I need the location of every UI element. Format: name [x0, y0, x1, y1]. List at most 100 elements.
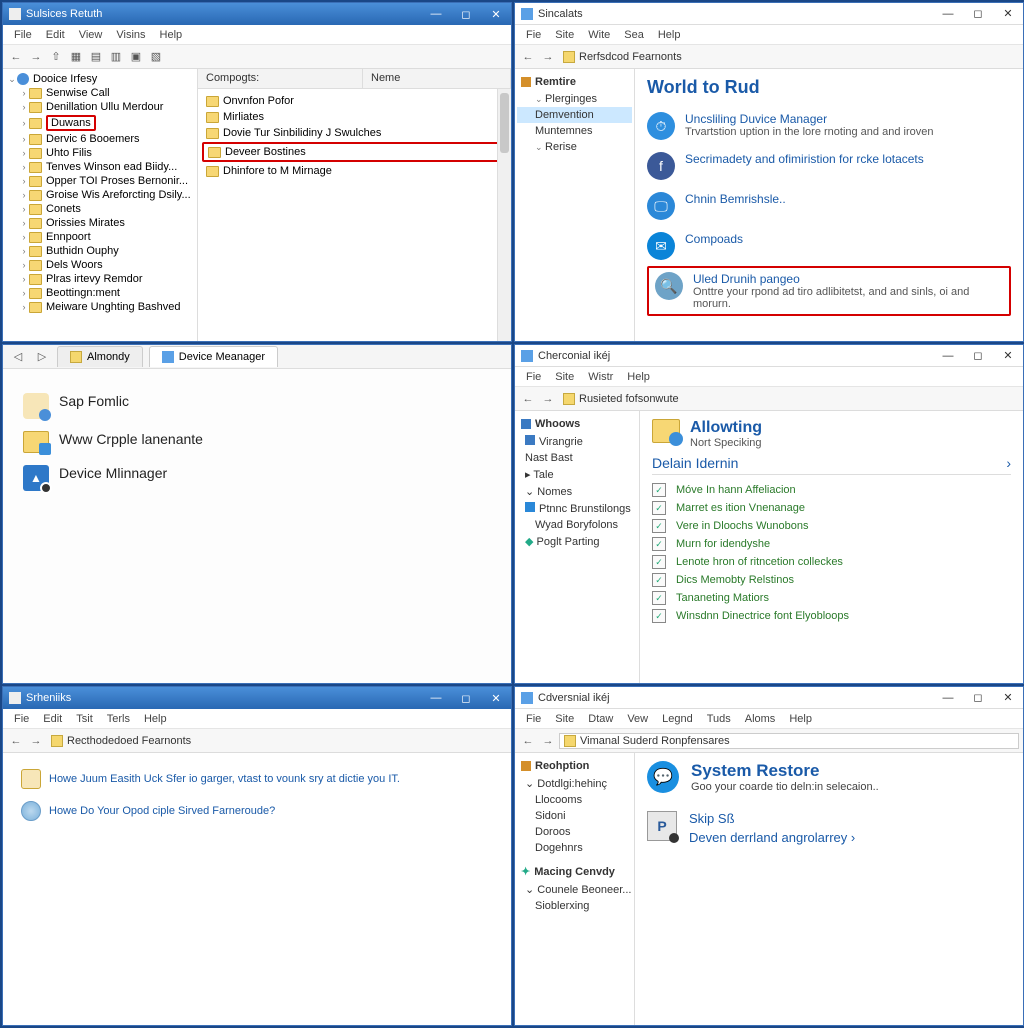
menu-item[interactable]: Edit: [36, 711, 69, 727]
tree-item[interactable]: ›Beottingn:ment: [5, 286, 195, 300]
list-item[interactable]: Deveer Bostines: [202, 142, 507, 162]
menu-item[interactable]: Dtaw: [581, 711, 620, 727]
menu-item[interactable]: Help: [651, 27, 688, 43]
minimize-button[interactable]: —: [421, 688, 451, 708]
settings-link[interactable]: ✓Lenote hron of ritncetion colleckes: [652, 553, 1011, 571]
menu-item[interactable]: Terls: [100, 711, 137, 727]
address-bar[interactable]: Recthodedoed Fearnonts: [47, 735, 507, 747]
maximize-button[interactable]: ◻: [451, 688, 481, 708]
menu-help[interactable]: Help: [153, 27, 190, 43]
scrollbar[interactable]: [497, 89, 511, 341]
back-button[interactable]: ←: [7, 48, 25, 66]
tool-icon[interactable]: ▤: [87, 48, 105, 66]
settings-link[interactable]: ✓Winsdnn Dinectrice font Elyobloops: [652, 607, 1011, 625]
tree-item[interactable]: ›Plras irtevy Remdor: [5, 272, 195, 286]
maximize-button[interactable]: ◻: [963, 346, 993, 366]
nav-item[interactable]: Llocooms: [517, 792, 632, 808]
address-bar[interactable]: Rerfsdcod Fearnonts: [559, 51, 1019, 63]
tab-device-manager[interactable]: Device Meanager: [149, 346, 278, 367]
question-link[interactable]: Howe Juum Easith Uck Sfer io garger, vta…: [49, 773, 400, 785]
nav-item[interactable]: Ptnnc Brunstilongs: [517, 500, 637, 517]
forward-button[interactable]: →: [27, 732, 45, 750]
tool-icon[interactable]: ▧: [147, 48, 165, 66]
menu-item[interactable]: Legnd: [655, 711, 700, 727]
list-item[interactable]: Dovie Tur Sinbilidiny J Swulches: [202, 125, 507, 141]
menu-item[interactable]: Fie: [519, 369, 548, 385]
menu-file[interactable]: File: [7, 27, 39, 43]
nav-item[interactable]: ⌄ Plerginges: [517, 91, 632, 107]
help-question[interactable]: Howe Do Your Opod ciple Sirved Farneroud…: [17, 795, 497, 827]
list-item[interactable]: ▲ Device Mlinnager: [23, 459, 491, 497]
address-bar[interactable]: Vimanal Suderd Ronpfensares: [559, 733, 1019, 749]
close-button[interactable]: ✕: [993, 346, 1023, 366]
forward-button[interactable]: →: [539, 390, 557, 408]
menu-item[interactable]: Site: [548, 369, 581, 385]
menu-item[interactable]: Help: [137, 711, 174, 727]
tool-icon[interactable]: ▥: [107, 48, 125, 66]
back-button[interactable]: ←: [7, 732, 25, 750]
close-button[interactable]: ✕: [993, 688, 1023, 708]
settings-link[interactable]: ✓Dics Memobty Relstinos: [652, 571, 1011, 589]
tree-item[interactable]: ›Duwans: [5, 114, 195, 132]
maximize-button[interactable]: ◻: [963, 4, 993, 24]
nav-item[interactable]: ◆ Poglt Parting: [517, 533, 637, 550]
menu-item[interactable]: Vew: [620, 711, 655, 727]
close-button[interactable]: ✕: [481, 4, 511, 24]
back-button[interactable]: ←: [519, 732, 537, 750]
tree-item[interactable]: ›Orissies Mirates: [5, 216, 195, 230]
titlebar[interactable]: Cherconial ikéj — ◻ ✕: [515, 345, 1023, 367]
tree-item[interactable]: ›Dels Woors: [5, 258, 195, 272]
minimize-button[interactable]: —: [421, 4, 451, 24]
nav-item[interactable]: ⌄ Dotdlgi:hehinç: [517, 775, 632, 792]
address-bar[interactable]: Rusieted fofsonwute: [559, 393, 1019, 405]
tool-icon[interactable]: ▦: [67, 48, 85, 66]
col-compogts[interactable]: Compogts:: [198, 69, 363, 88]
menu-item[interactable]: Sea: [617, 27, 651, 43]
close-button[interactable]: ✕: [481, 688, 511, 708]
nav-item[interactable]: ⌄ Rerise: [517, 139, 632, 155]
col-name[interactable]: Neme: [363, 69, 511, 88]
titlebar[interactable]: Cdversnial ikéj — ◻ ✕: [515, 687, 1023, 709]
forward-button[interactable]: →: [27, 48, 45, 66]
back-button[interactable]: ◁: [9, 348, 27, 366]
list-item[interactable]: Mirliates: [202, 109, 507, 125]
settings-link[interactable]: ✓Marret es ition Vnenanage: [652, 499, 1011, 517]
minimize-button[interactable]: —: [933, 346, 963, 366]
titlebar[interactable]: Srheniiks — ◻ ✕: [3, 687, 511, 709]
menu-item[interactable]: Help: [620, 369, 657, 385]
tree-item[interactable]: ›Buthidn Ouphy: [5, 244, 195, 258]
help-question[interactable]: Howe Juum Easith Uck Sfer io garger, vta…: [17, 763, 497, 795]
menu-item[interactable]: Site: [548, 711, 581, 727]
settings-link[interactable]: ✓Vere in Dloochs Wunobons: [652, 517, 1011, 535]
menu-item[interactable]: Site: [548, 27, 581, 43]
menu-item[interactable]: Wite: [581, 27, 617, 43]
tree-item[interactable]: ›Uhto Filis: [5, 146, 195, 160]
tree-item[interactable]: ›Dervic 6 Booemers: [5, 132, 195, 146]
list-item[interactable]: Www Crpple lanenante: [23, 425, 491, 459]
tree-item[interactable]: ›Meiware Unghting Bashved: [5, 300, 195, 314]
nav-item[interactable]: Wyad Boryfolons: [517, 517, 637, 533]
back-button[interactable]: ←: [519, 390, 537, 408]
nav-item[interactable]: ▸ Tale: [517, 466, 637, 483]
menu-item[interactable]: Fie: [519, 27, 548, 43]
menu-item[interactable]: Tsit: [69, 711, 100, 727]
control-panel-item[interactable]: fSecrimadety and ofimiristion for rcke l…: [647, 146, 1011, 186]
tree-item[interactable]: ›Conets: [5, 202, 195, 216]
tree-item[interactable]: ›Senwise Call: [5, 86, 195, 100]
nav-item[interactable]: ⌄ Counele Beoneer...: [517, 881, 632, 898]
tree-item[interactable]: ›Ennpoort: [5, 230, 195, 244]
tree-item[interactable]: ›Opper TOI Proses Bernonir...: [5, 174, 195, 188]
link-driver[interactable]: Deven derrland angrolarrey ›: [689, 830, 855, 845]
menu-visits[interactable]: Visins: [109, 27, 152, 43]
list-item[interactable]: Onvnfon Pofor: [202, 93, 507, 109]
menu-item[interactable]: Wistr: [581, 369, 620, 385]
forward-button[interactable]: ▷: [33, 348, 51, 366]
control-panel-item[interactable]: ✉Compoads: [647, 226, 1011, 266]
tool-icon[interactable]: ▣: [127, 48, 145, 66]
menu-item[interactable]: Aloms: [738, 711, 783, 727]
menu-item[interactable]: Fie: [7, 711, 36, 727]
maximize-button[interactable]: ◻: [451, 4, 481, 24]
menu-edit[interactable]: Edit: [39, 27, 72, 43]
titlebar[interactable]: Sulsices Retuth — ◻ ✕: [3, 3, 511, 25]
nav-item[interactable]: Dogehnrs: [517, 840, 632, 856]
